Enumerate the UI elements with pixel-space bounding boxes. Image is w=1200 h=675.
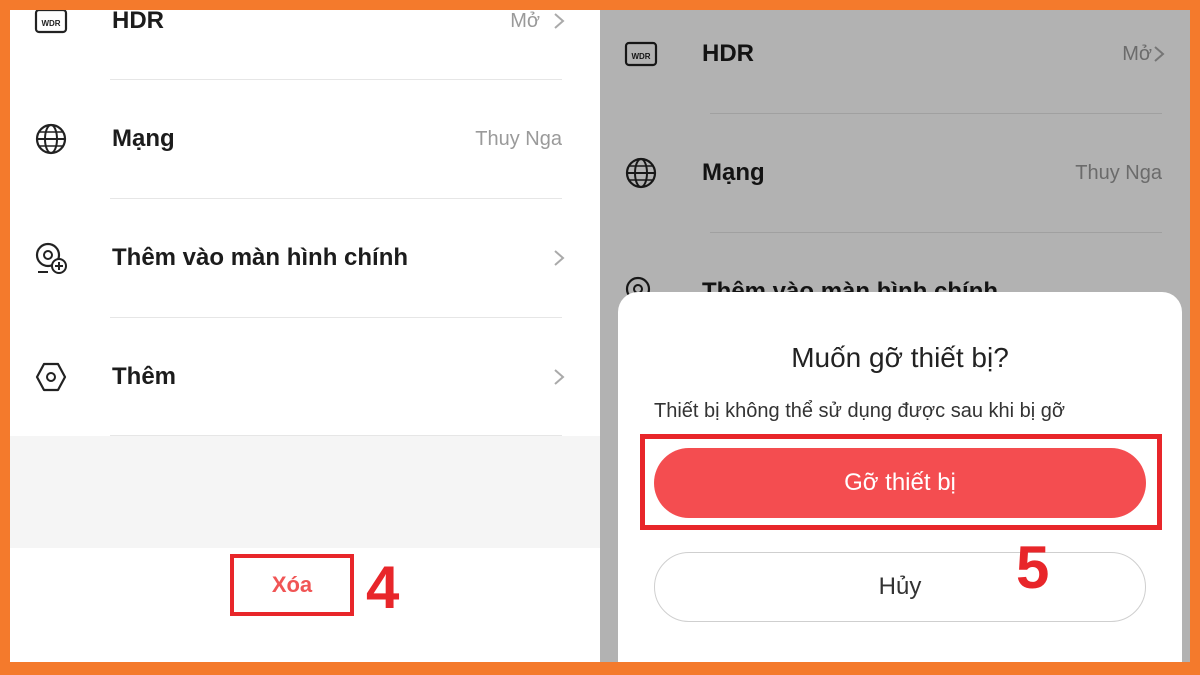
delete-label: Xóa [271,572,313,597]
dialog-title: Muốn gỡ thiết bị? [791,342,1009,373]
left-panel: WDR HDR Mở Mạng Thuy Nga Thêm vào màn hì… [10,10,600,662]
setting-value: Thuy Nga [475,128,562,150]
step-number-5: 5 [1016,534,1050,601]
setting-label: Thêm vào màn hình chính [112,244,409,271]
chevron-right-icon [552,367,566,387]
chevron-right-icon [552,248,566,268]
right-panel: WDR HDR Mở Mạng Thuy Nga Thêm vào màn hì… [600,10,1190,662]
dialog-message: Thiết bị không thể sử dụng được sau khi … [654,400,1066,422]
setting-value: Mở [510,10,540,32]
setting-label: Thêm [112,363,177,390]
svg-text:WDR: WDR [41,19,60,28]
chevron-right-icon [552,11,566,31]
setting-row-network[interactable]: Mạng Thuy Nga [10,80,600,198]
add-home-icon [34,241,68,275]
hexagon-icon [34,360,68,394]
setting-row-hdr[interactable]: WDR HDR Mở [10,10,600,80]
setting-row-more[interactable]: Thêm [10,318,600,436]
step-number-4: 4 [366,554,400,621]
cancel-button[interactable]: Hủy [654,552,1146,622]
empty-area [10,436,600,548]
globe-icon [34,122,68,156]
cancel-label: Hủy [878,573,922,600]
delete-button[interactable]: Xóa [230,554,354,616]
remove-device-label: Gỡ thiết bị [844,469,956,496]
setting-label: Mạng [112,125,175,152]
remove-device-dialog: Muốn gỡ thiết bị? Thiết bị không thể sử … [618,292,1182,662]
remove-device-button[interactable]: Gỡ thiết bị [654,448,1146,518]
wdr-icon: WDR [34,10,68,38]
setting-label: HDR [112,10,164,34]
setting-row-add-home[interactable]: Thêm vào màn hình chính [10,199,600,317]
